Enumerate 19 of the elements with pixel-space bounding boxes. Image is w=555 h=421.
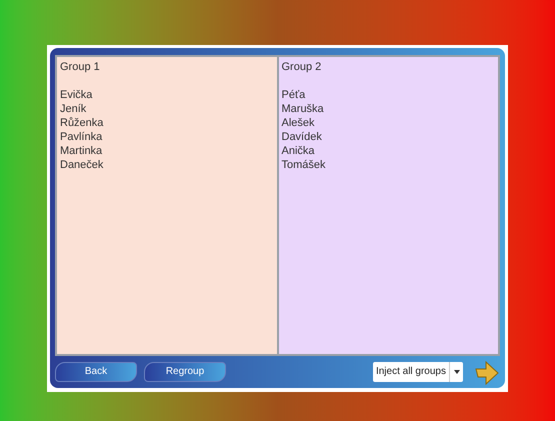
member-name: Anička: [282, 144, 316, 158]
member-name: Tomášek: [282, 158, 327, 172]
member-name: Pavlínka: [60, 130, 104, 144]
member-name: Péťa: [282, 88, 306, 102]
member-name: Martinka: [60, 144, 104, 158]
group-title: Group 2: [282, 60, 322, 74]
action-button[interactable]: Regroup: [144, 362, 226, 382]
member-name: Alešek: [282, 116, 316, 130]
member-name: Daneček: [60, 158, 104, 172]
member-name: Jeník: [60, 102, 88, 116]
member-name: Evička: [60, 88, 94, 102]
arrow-icon[interactable]: [474, 358, 500, 384]
group-title: Group 1: [60, 60, 101, 74]
member-name: Maruška: [282, 102, 325, 116]
caret-icon: [449, 362, 463, 382]
action-button[interactable]: Back: [55, 362, 137, 382]
member-name: Růženka: [60, 116, 104, 130]
dropdown[interactable]: Inject all groups: [372, 362, 463, 382]
member-name: Davídek: [282, 130, 323, 144]
